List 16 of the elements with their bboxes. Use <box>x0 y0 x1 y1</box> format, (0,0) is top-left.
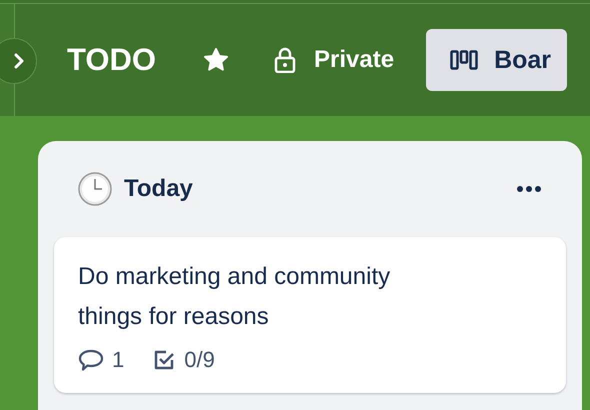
checklist-icon <box>152 348 176 372</box>
comment-count: 1 <box>112 347 124 373</box>
checklist-count: 0/9 <box>184 347 215 373</box>
comment-icon <box>78 348 104 372</box>
chevron-right-icon <box>12 53 26 69</box>
clock-icon <box>78 172 112 206</box>
visibility-label[interactable]: Private <box>314 46 394 74</box>
columns-icon <box>450 50 478 70</box>
task-card[interactable]: Do marketing and community things for reasons 1 0/9 <box>54 237 566 393</box>
board-view-button[interactable]: Boar <box>426 29 568 91</box>
board-title[interactable]: TODO <box>67 42 156 78</box>
more-icon[interactable] <box>516 185 542 193</box>
card-title: Do marketing and community things for reasons <box>78 262 392 332</box>
expand-sidebar-button[interactable] <box>0 38 37 84</box>
list-title[interactable]: Today <box>124 175 516 203</box>
lock-icon <box>274 47 296 73</box>
